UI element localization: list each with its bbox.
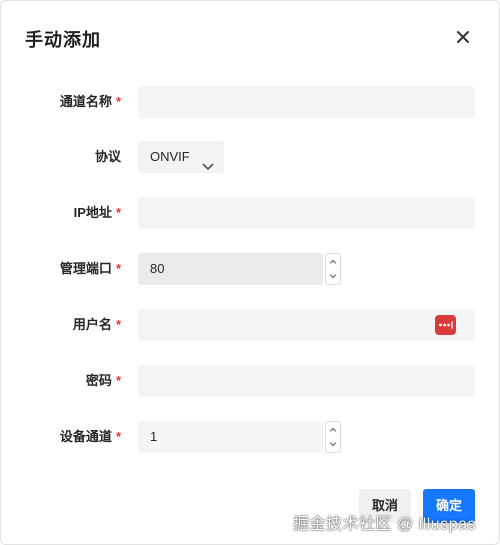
channel-name-row: 通道名称 * (1, 86, 499, 118)
device-channel-label: 设备通道 * (59, 429, 121, 444)
username-label: 用户名 * (72, 317, 121, 332)
device-channel-input[interactable] (138, 421, 323, 453)
manage-port-input[interactable] (138, 253, 323, 285)
device-channel-row: 设备通道 * (1, 421, 499, 453)
required-mark: * (115, 261, 121, 276)
manage-port-stepper (325, 253, 341, 285)
password-label: 密码 * (85, 373, 121, 388)
chevron-up-icon[interactable] (326, 254, 340, 269)
close-icon[interactable] (451, 25, 475, 49)
manual-add-dialog: 手动添加 通道名称 * 协议 ONVIF IP地址 * 管理端口 * 80 用户… (0, 0, 500, 545)
ip-address-label: IP地址 * (73, 205, 121, 220)
username-input[interactable] (138, 309, 475, 341)
chevron-up-icon[interactable] (326, 422, 340, 437)
required-mark: * (115, 373, 121, 388)
required-mark: * (115, 429, 121, 444)
protocol-label: 协议 (94, 149, 121, 164)
device-channel-stepper (325, 421, 341, 453)
channel-name-input[interactable] (138, 86, 475, 118)
dialog-title: 手动添加 (25, 30, 101, 50)
username-row: 用户名 * (1, 309, 499, 341)
manage-port-row: 管理端口 * (1, 253, 499, 285)
chevron-down-icon (202, 152, 214, 170)
channel-name-label: 通道名称 * (59, 94, 121, 109)
password-row: 密码 * (1, 365, 499, 397)
chevron-down-icon[interactable] (326, 437, 340, 452)
password-manager-icon[interactable] (435, 315, 456, 335)
watermark: 掘金技术社区 @ illuspas (293, 516, 476, 533)
ip-address-input[interactable] (138, 197, 475, 229)
ip-address-row: IP地址 * (1, 197, 499, 229)
required-mark: * (115, 205, 121, 220)
protocol-select-value: ONVIF (150, 149, 190, 164)
chevron-down-icon[interactable] (326, 269, 340, 284)
required-mark: * (115, 94, 121, 109)
required-mark: * (115, 317, 121, 332)
protocol-row: 协议 ONVIF (1, 141, 499, 173)
manage-port-label: 管理端口 * (59, 261, 121, 276)
protocol-select[interactable]: ONVIF (138, 141, 224, 173)
password-input[interactable] (138, 365, 475, 397)
